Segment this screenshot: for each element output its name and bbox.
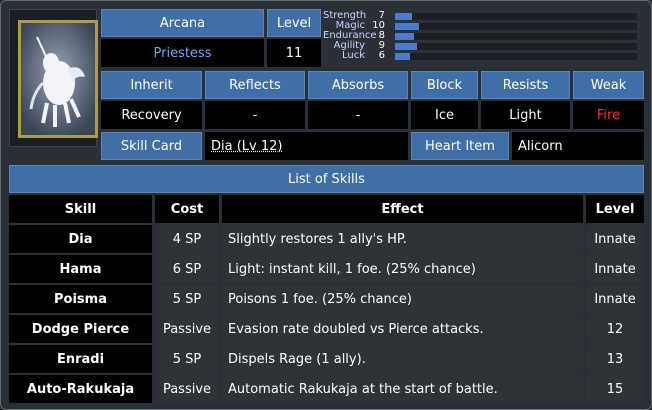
skill-effect: Light: instant kill, 1 foe. (25% chance) xyxy=(222,255,583,283)
block-value: Ice xyxy=(411,101,478,129)
skill-card-value: Dia (Lv 12) xyxy=(205,132,408,160)
level-value: 11 xyxy=(267,39,321,67)
inherit-value: Recovery xyxy=(101,101,202,129)
stat-bar-fill xyxy=(395,43,417,50)
skill-card-header: Skill Card xyxy=(101,132,202,160)
skill-level: Innate xyxy=(586,225,644,253)
skill-level: 12 xyxy=(586,315,644,343)
stat-bar-fill xyxy=(395,23,420,30)
skill-effect: Automatic Rakukaja at the start of battl… xyxy=(222,375,583,403)
skill-effect: Slightly restores 1 ally's HP. xyxy=(222,225,583,253)
skill-name: Dodge Pierce xyxy=(9,315,152,343)
level-column-header: Level xyxy=(586,195,644,223)
resists-header: Resists xyxy=(481,71,570,99)
stat-row: Strength 7 xyxy=(323,11,643,21)
cost-column-header: Cost xyxy=(155,195,219,223)
stats-panel: Strength 7 Magic 10 Endurance 8 Agility 9 Luck 6 xyxy=(323,11,643,67)
stat-label: Luck xyxy=(341,50,365,61)
stat-bar xyxy=(395,53,637,60)
stat-row: Agility 9 xyxy=(323,41,643,51)
skill-cost: 4 SP xyxy=(155,225,219,253)
arcana-value: Priestess xyxy=(101,39,264,67)
stat-bar xyxy=(395,43,637,50)
skill-level: Innate xyxy=(586,255,644,283)
unicorn-image xyxy=(21,23,95,135)
portrait-panel xyxy=(9,9,98,147)
skill-name: Auto-Rakukaja xyxy=(9,375,152,403)
skill-cost: 6 SP xyxy=(155,255,219,283)
stat-row: Luck 6 xyxy=(323,51,643,61)
stat-value: 6 xyxy=(378,50,385,61)
stat-row: Endurance 8 xyxy=(323,31,643,41)
skill-name: Enradi xyxy=(9,345,152,373)
resists-value: Light xyxy=(481,101,570,129)
absorbs-header: Absorbs xyxy=(308,71,408,99)
skill-name: Dia xyxy=(9,225,152,253)
stat-bar xyxy=(395,23,637,30)
persona-infobox: Arcana Level Priestess 11 Strength 7 Magic… xyxy=(0,0,652,410)
skill-cost: 5 SP xyxy=(155,345,219,373)
weak-value: Fire xyxy=(573,101,644,129)
heart-item-value: Alicorn xyxy=(512,132,644,160)
stat-bar-fill xyxy=(395,53,410,60)
reflects-header: Reflects xyxy=(205,71,305,99)
skill-cost: Passive xyxy=(155,315,219,343)
skill-effect: Evasion rate doubled vs Pierce attacks. xyxy=(222,315,583,343)
persona-portrait xyxy=(18,20,98,138)
stat-bar-fill xyxy=(395,33,415,40)
stat-bar-fill xyxy=(395,13,412,20)
stat-bar xyxy=(395,33,637,40)
skill-effect: Dispels Rage (1 ally). xyxy=(222,345,583,373)
weak-header: Weak xyxy=(573,71,644,99)
skill-column-header: Skill xyxy=(9,195,152,223)
skills-title: List of Skills xyxy=(9,165,644,193)
absorbs-value: - xyxy=(308,101,408,129)
effect-column-header: Effect xyxy=(222,195,583,223)
skill-level: 13 xyxy=(586,345,644,373)
reflects-value: - xyxy=(205,101,305,129)
skill-card-link[interactable]: Dia (Lv 12) xyxy=(211,139,282,154)
skill-cost: Passive xyxy=(155,375,219,403)
level-header: Level xyxy=(267,9,321,37)
skill-level: Innate xyxy=(586,285,644,313)
skill-name: Poisma xyxy=(9,285,152,313)
arcana-header: Arcana xyxy=(101,9,264,37)
skill-level: 15 xyxy=(586,375,644,403)
skill-name: Hama xyxy=(9,255,152,283)
skill-cost: 5 SP xyxy=(155,285,219,313)
skill-effect: Poisons 1 foe. (25% chance) xyxy=(222,285,583,313)
heart-item-header: Heart Item xyxy=(411,132,509,160)
inherit-header: Inherit xyxy=(101,71,202,99)
block-header: Block xyxy=(411,71,478,99)
stat-bar xyxy=(395,13,637,20)
